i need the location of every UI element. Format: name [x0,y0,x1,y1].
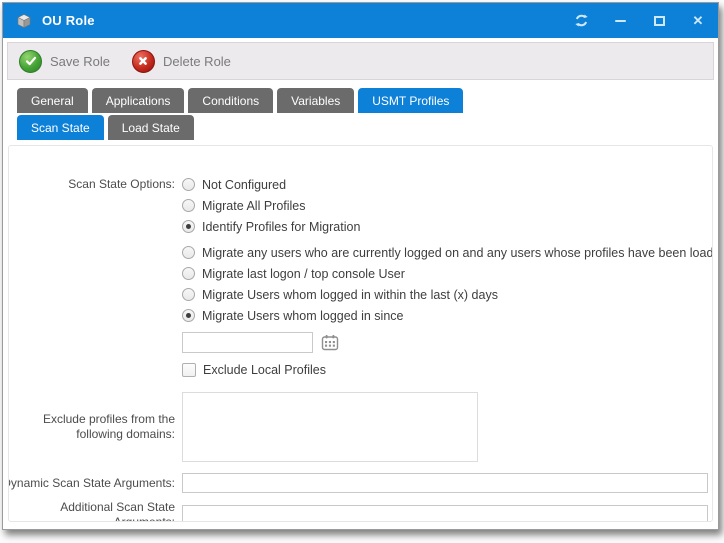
maximize-button[interactable] [651,13,667,29]
refresh-icon[interactable] [573,13,589,29]
delete-role-button[interactable]: Delete Role [132,50,231,73]
radio-icon [182,178,195,191]
radio-icon [182,246,195,259]
window-title: OU Role [42,13,95,28]
subtab-load-state[interactable]: Load State [108,115,194,140]
radio-migrate-since[interactable]: Migrate Users whom logged in since [182,305,713,326]
scan-state-options-row: Scan State Options: Not Configured Migra… [9,174,712,379]
calendar-icon[interactable] [321,334,339,351]
ou-role-dialog: OU Role ✕ [2,2,719,530]
sub-tabs: Scan State Load State [3,113,718,140]
radio-icon [182,199,195,212]
title-bar: OU Role ✕ [3,3,718,38]
toolbar-wrap: Save Role Delete Role [3,38,718,82]
tab-usmt-profiles[interactable]: USMT Profiles [358,88,463,113]
scan-state-options-field: Not Configured Migrate All Profiles Iden… [182,174,713,379]
tab-applications[interactable]: Applications [92,88,185,113]
dynamic-scan-state-arguments-input[interactable] [182,473,708,493]
app-cube-icon [15,12,33,30]
exclude-local-profiles-option[interactable]: Exclude Local Profiles [182,361,713,379]
radio-icon [182,309,195,322]
save-role-label: Save Role [50,54,110,69]
additional-args-row: Additional Scan State Arguments: [9,500,712,522]
exclude-domains-row: Exclude profiles from the following doma… [9,392,712,462]
scan-state-panel: Scan State Options: Not Configured Migra… [8,145,713,522]
toolbar: Save Role Delete Role [7,42,714,80]
radio-identify-profiles[interactable]: Identify Profiles for Migration [182,216,713,237]
tab-conditions[interactable]: Conditions [188,88,273,113]
minimize-button[interactable] [612,13,628,29]
radio-migrate-logged-on-users[interactable]: Migrate any users who are currently logg… [182,242,713,263]
tab-general[interactable]: General [17,88,88,113]
logged-in-since-row [182,332,713,353]
save-check-icon [19,50,42,73]
radio-migrate-last-x-days[interactable]: Migrate Users whom logged in within the … [182,284,713,305]
tab-variables[interactable]: Variables [277,88,354,113]
delete-role-label: Delete Role [163,54,231,69]
radio-not-configured[interactable]: Not Configured [182,174,713,195]
subtab-scan-state[interactable]: Scan State [17,115,104,140]
save-role-button[interactable]: Save Role [19,50,110,73]
screen: OU Role ✕ [0,0,724,543]
exclude-domains-label: Exclude profiles from the following doma… [9,412,175,442]
radio-migrate-last-logon[interactable]: Migrate last logon / top console User [182,263,713,284]
close-button[interactable]: ✕ [690,13,706,29]
window-controls: ✕ [573,13,706,29]
radio-icon [182,220,195,233]
additional-scan-state-arguments-input[interactable] [182,505,708,522]
dynamic-args-label: Dynamic Scan State Arguments: [9,476,175,491]
dynamic-args-row: Dynamic Scan State Arguments: [9,473,712,493]
radio-migrate-all-profiles[interactable]: Migrate All Profiles [182,195,713,216]
exclude-local-profiles-checkbox[interactable] [182,363,196,377]
additional-args-label: Additional Scan State Arguments: [9,500,175,522]
radio-icon [182,288,195,301]
scan-state-options-label: Scan State Options: [9,174,175,379]
exclude-domains-textarea[interactable] [182,392,478,462]
radio-icon [182,267,195,280]
logged-in-since-date-input[interactable] [182,332,313,353]
delete-x-icon [132,50,155,73]
main-tabs: General Applications Conditions Variable… [3,82,718,113]
